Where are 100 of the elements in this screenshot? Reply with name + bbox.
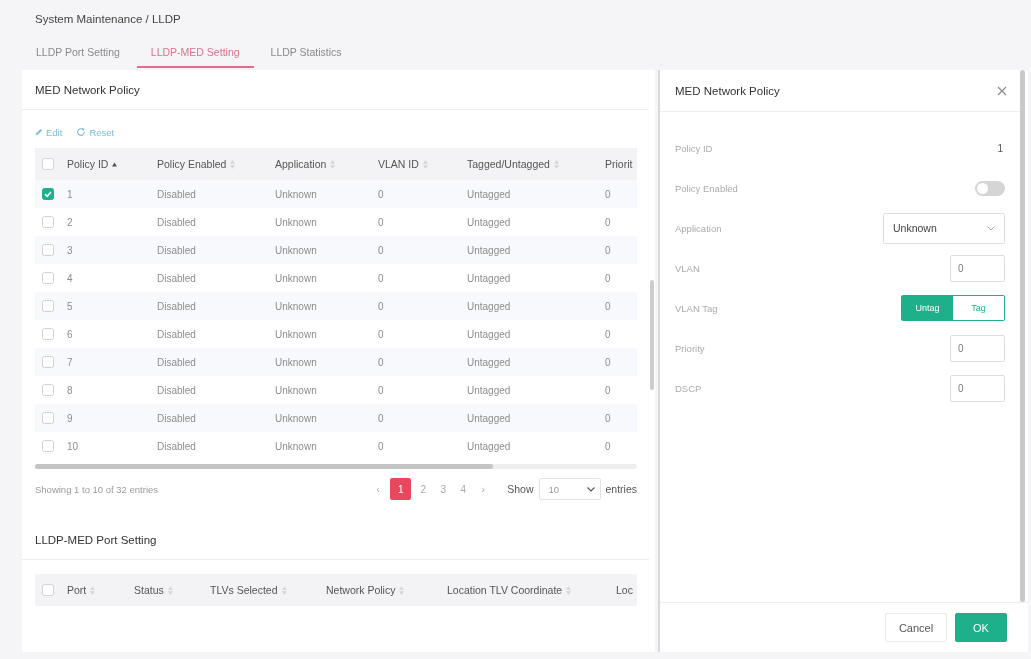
table-cell: 0 [605,412,611,424]
previous-page-button[interactable]: ‹ [370,478,387,500]
section-title: LLDP-MED Port Setting [22,520,649,560]
field-label: DSCP [675,382,702,394]
table-cell: 0 [378,300,384,312]
table-cell: Untagged [467,300,511,312]
checkbox[interactable] [42,300,54,312]
table-cell: Untagged [467,356,511,368]
tab[interactable]: LLDP Statistics [256,38,356,68]
checkbox[interactable] [42,188,54,200]
vertical-scrollbar[interactable] [650,280,654,390]
entries-label: entries [605,483,637,495]
checkbox[interactable] [42,216,54,228]
column-header[interactable]: Loc [616,584,633,596]
cancel-button[interactable]: Cancel [885,613,947,642]
section-title: MED Network Policy [22,70,649,110]
table-cell: 0 [378,244,384,256]
table-cell: 0 [605,384,611,396]
field-value: 1 [997,142,1004,154]
checkbox[interactable] [42,158,54,170]
table-cell: Untagged [467,272,511,284]
column-header[interactable]: Tagged/Untagged [467,158,559,170]
table-cell: Unknown [275,328,317,340]
column-header[interactable]: Network Policy [326,584,405,596]
checkbox[interactable] [42,272,54,284]
table-cell: Unknown [275,356,317,368]
column-header[interactable]: Policy Enabled [157,158,236,170]
input-field[interactable]: 0 [950,334,1005,362]
column-header[interactable]: Port [67,584,96,596]
table-cell: 4 [67,272,73,284]
table-cell: Untagged [467,188,511,200]
column-header[interactable]: Location TLV Coordinate [447,584,572,596]
table-cell: 0 [605,356,611,368]
table-cell: Disabled [157,244,196,256]
page-button[interactable]: 3 [435,478,452,500]
field-label: VLAN Tag [675,302,718,314]
table-cell: 3 [67,244,73,256]
table-cell: Unknown [275,440,317,452]
show-label: Show [507,483,534,495]
vertical-scrollbar[interactable] [1020,70,1025,602]
table-cell: Unknown [275,300,317,312]
table-cell: 0 [378,188,384,200]
table-cell: Disabled [157,300,196,312]
checkbox[interactable] [42,584,54,596]
close-icon [997,85,1007,96]
select-field[interactable]: Unknown [883,212,1005,244]
checkbox[interactable] [42,328,54,340]
ok-button[interactable]: OK [955,613,1007,642]
input-field[interactable]: 0 [950,374,1005,402]
checkbox[interactable] [42,384,54,396]
table-cell: Disabled [157,328,196,340]
checkbox[interactable] [42,244,54,256]
checkbox[interactable] [42,440,54,452]
input-field[interactable]: 0 [950,254,1005,282]
toggle-switch[interactable] [975,180,1005,196]
table-cell: Unknown [275,412,317,424]
table-cell: Disabled [157,384,196,396]
table-cell: Untagged [467,412,511,424]
page-button[interactable]: 2 [415,478,432,500]
checkbox[interactable] [42,356,54,368]
column-header[interactable]: Status [134,584,173,596]
tab[interactable]: LLDP Port Setting [22,38,134,68]
table-cell: 10 [67,440,79,452]
next-page-button[interactable]: › [475,478,492,500]
table-cell: 5 [67,300,73,312]
table-cell: 0 [605,244,611,256]
table-cell: 0 [378,356,384,368]
segment-button[interactable]: Untag [902,296,953,320]
table-cell: 7 [67,356,73,368]
horizontal-scrollbar[interactable] [35,464,637,469]
table-cell: Disabled [157,440,196,452]
caret-icon [987,225,995,231]
field-label: Policy ID [675,142,713,154]
table-cell: 0 [605,440,611,452]
caret-icon [587,486,596,492]
column-header[interactable]: Application [275,158,336,170]
table-cell: Unknown [275,272,317,284]
table-cell: 0 [378,272,384,284]
table-cell: Disabled [157,356,196,368]
column-header[interactable]: Priorit [605,158,633,170]
close-button[interactable] [997,85,1007,96]
column-header[interactable]: Policy ID [67,158,118,170]
breadcrumb: System Maintenance / LLDP [35,12,181,27]
table-cell: 8 [67,384,73,396]
table-cell: 0 [378,412,384,424]
table-cell: Unknown [275,188,317,200]
field-label: Priority [675,342,705,354]
checkbox[interactable] [42,412,54,424]
page-button[interactable]: 1 [390,478,412,500]
table-cell: Disabled [157,272,196,284]
table-cell: 0 [378,384,384,396]
entries-info: Showing 1 to 10 of 32 entries [35,483,159,495]
field-label: VLAN [675,262,700,274]
table-cell: 6 [67,328,73,340]
column-header[interactable]: VLAN ID [378,158,428,170]
tab[interactable]: LLDP-MED Setting [136,38,254,68]
table-cell: 0 [605,272,611,284]
column-header[interactable]: TLVs Selected [210,584,287,596]
page-size-select[interactable]: 10 [539,478,602,500]
field-label: Policy Enabled [675,182,738,194]
